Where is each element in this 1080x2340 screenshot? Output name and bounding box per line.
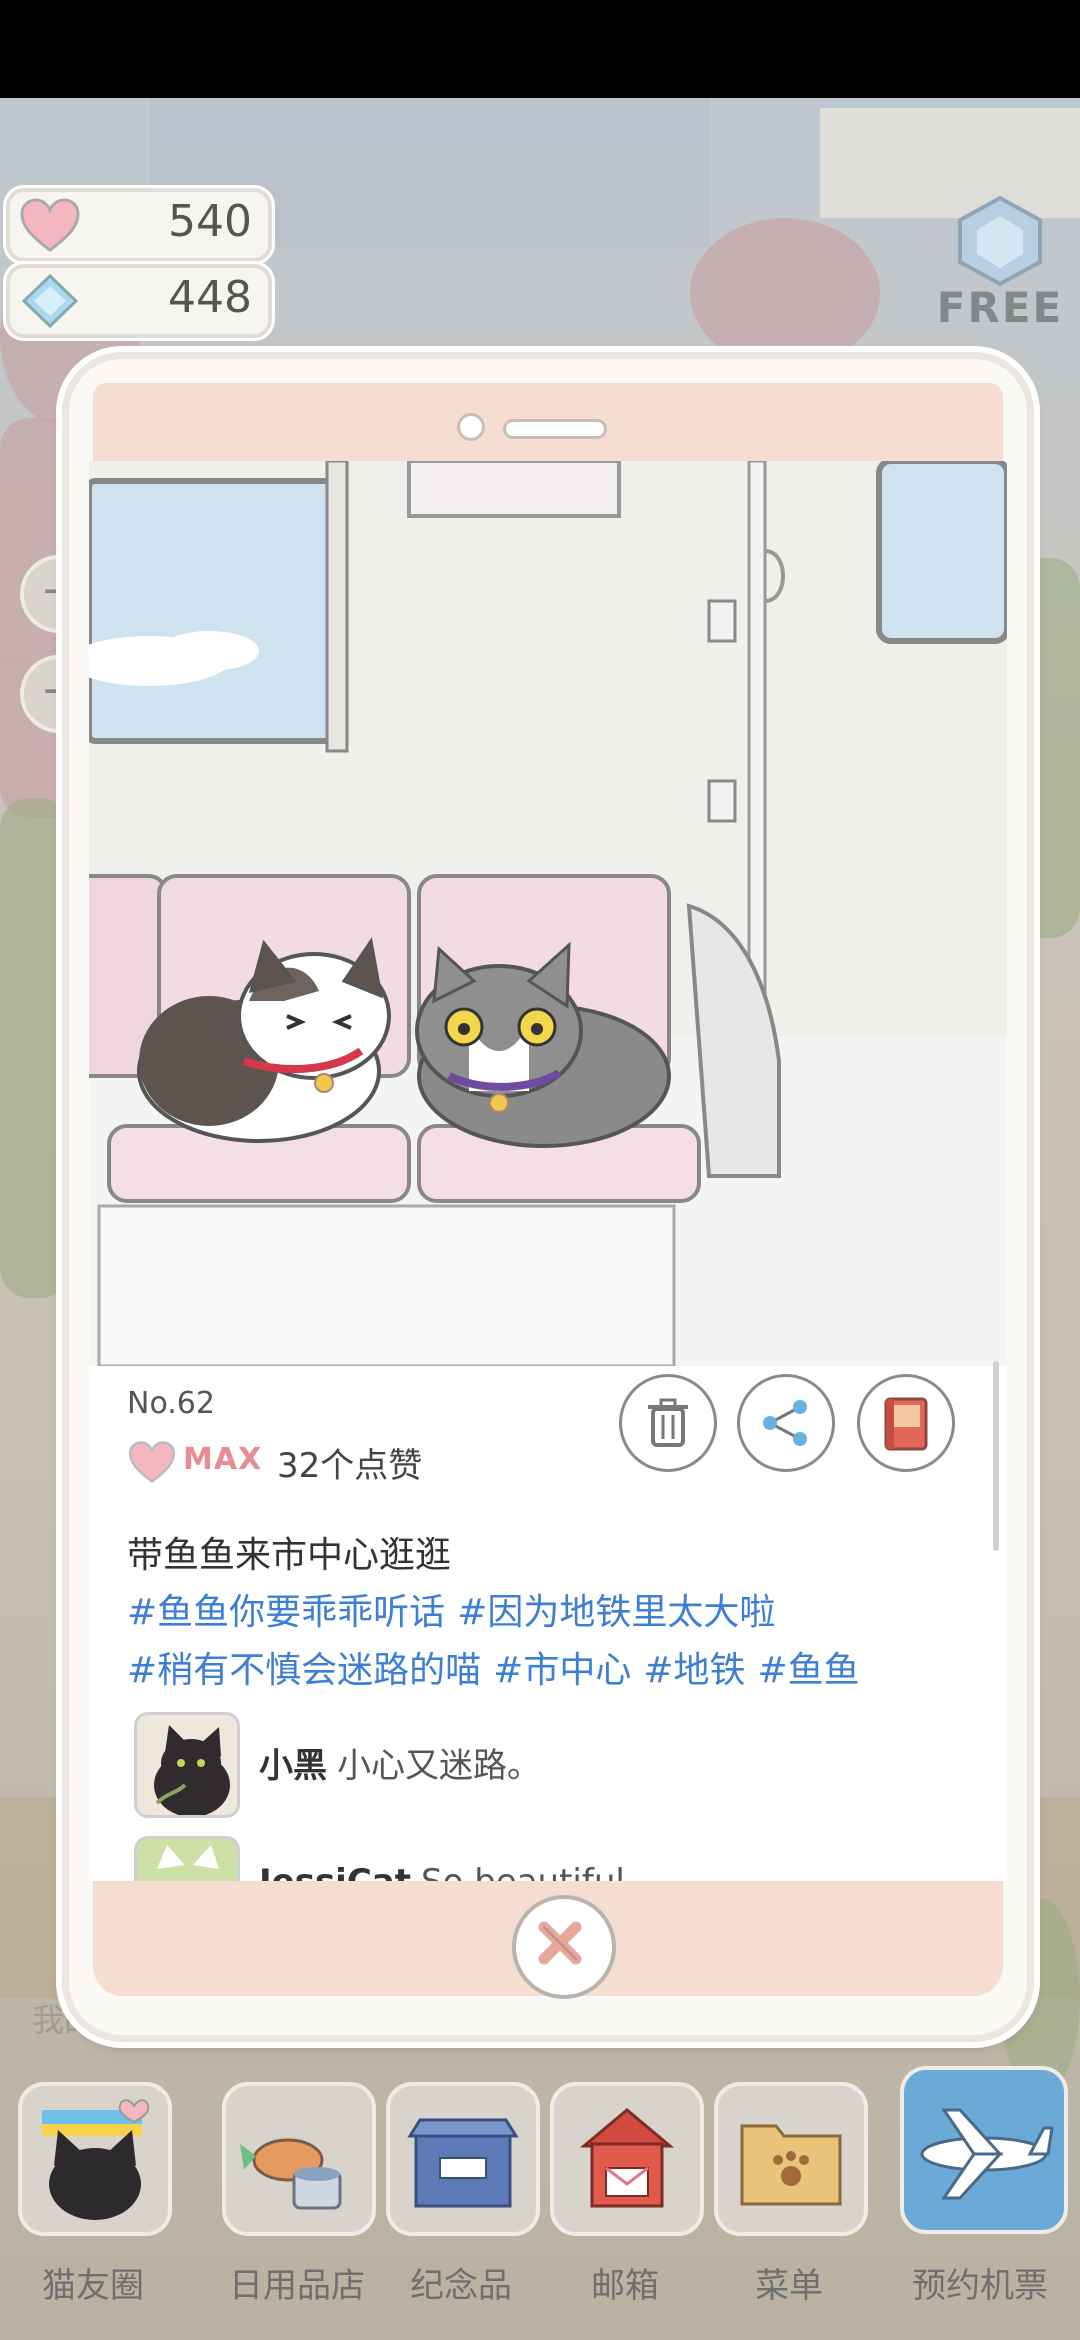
post-screen: No.62 MAX 32个点赞 带鱼鱼来市中心逛逛 #鱼鱼你要乖乖听话 #因为地… — [89, 461, 1007, 1881]
airplane-icon — [900, 2066, 1068, 2234]
album-book-icon — [884, 1397, 928, 1451]
phone-bottom-bar — [93, 1881, 1003, 1999]
comment-user[interactable]: 小黑 — [259, 1746, 327, 1786]
gems-counter: 448 — [6, 264, 272, 338]
post-tags: #鱼鱼你要乖乖听话 #因为地铁里太大啦 #稍有不慎会迷路的喵 #市中心 #地铁 #鱼鱼 — [127, 1584, 977, 1700]
hearts-value: 540 — [168, 196, 252, 247]
post-info: No.62 MAX 32个点赞 带鱼鱼来市中心逛逛 #鱼鱼你要乖乖听话 #因为地… — [89, 1366, 1007, 1881]
mailbox-icon — [550, 2082, 704, 2236]
comment-item: JessiCat So beautiful — [134, 1836, 964, 1881]
free-label: FREE — [936, 283, 1064, 332]
heart-icon — [20, 198, 80, 252]
souvenir-box-icon — [386, 2082, 540, 2236]
close-button[interactable] — [512, 1895, 616, 1999]
dock-label: 菜单 — [755, 2266, 823, 2306]
post-detail-popup: No.62 MAX 32个点赞 带鱼鱼来市中心逛逛 #鱼鱼你要乖乖听话 #因为地… — [62, 352, 1034, 2042]
hexagon-gem-icon — [958, 195, 1042, 287]
delete-button[interactable] — [619, 1374, 717, 1472]
commenter-name: 小黑 小心又迷路。 — [259, 1738, 541, 1787]
free-reward-button[interactable]: FREE — [925, 190, 1075, 340]
post-photo — [89, 461, 1007, 1366]
like-count: 32个点赞 — [277, 1446, 423, 1486]
dock-label: 预约机票 — [912, 2266, 1048, 2306]
comment-item: 小黑 小心又迷路。 — [134, 1712, 964, 1818]
daily-store-icon — [222, 2082, 376, 2236]
close-icon — [538, 1921, 582, 1965]
black-cat-avatar-icon — [137, 1715, 237, 1815]
dock-label: 纪念品 — [410, 2266, 512, 2306]
status-bar — [0, 0, 1080, 98]
album-button[interactable] — [857, 1374, 955, 1472]
dock-label: 邮箱 — [591, 2266, 659, 2306]
diamond-icon — [21, 273, 79, 329]
phone-top-bar — [93, 383, 1003, 468]
cat-avatar-icon — [137, 1839, 237, 1881]
commenter-avatar[interactable] — [134, 1712, 240, 1818]
hashtag[interactable]: #稍有不慎会迷路的喵 — [127, 1650, 481, 1691]
dock-label: 猫友圈 — [42, 2266, 144, 2306]
hearts-counter: 540 — [6, 188, 272, 262]
commenter-avatar[interactable] — [134, 1836, 240, 1881]
post-caption: 带鱼鱼来市中心逛逛 — [127, 1535, 452, 1576]
trash-icon — [648, 1398, 688, 1447]
comments-scrollbar[interactable] — [993, 1361, 999, 1551]
like-heart-icon[interactable] — [127, 1438, 177, 1486]
share-icon — [763, 1400, 807, 1446]
hashtag[interactable]: #市中心 — [493, 1650, 631, 1691]
hashtag[interactable]: #鱼鱼你要乖乖听话 — [127, 1592, 445, 1633]
post-number: No.62 — [127, 1386, 215, 1421]
comment-user[interactable]: JessiCat — [259, 1862, 411, 1881]
comment-text: So beautiful — [421, 1862, 625, 1881]
dock-label: 日用品店 — [229, 2266, 365, 2306]
camera-dot-icon — [457, 413, 485, 441]
comment-text: 小心又迷路。 — [337, 1746, 541, 1786]
hashtag[interactable]: #地铁 — [643, 1650, 745, 1691]
speaker-slot-icon — [503, 419, 607, 439]
hashtag[interactable]: #因为地铁里太大啦 — [457, 1592, 775, 1633]
like-level-label: MAX — [183, 1442, 263, 1477]
hashtag[interactable]: #鱼鱼 — [758, 1650, 860, 1691]
menu-folder-icon — [714, 2082, 868, 2236]
share-button[interactable] — [737, 1374, 835, 1472]
commenter-name: JessiCat So beautiful — [259, 1862, 625, 1881]
cat-friends-icon — [18, 2082, 172, 2236]
gems-value: 448 — [168, 272, 252, 323]
